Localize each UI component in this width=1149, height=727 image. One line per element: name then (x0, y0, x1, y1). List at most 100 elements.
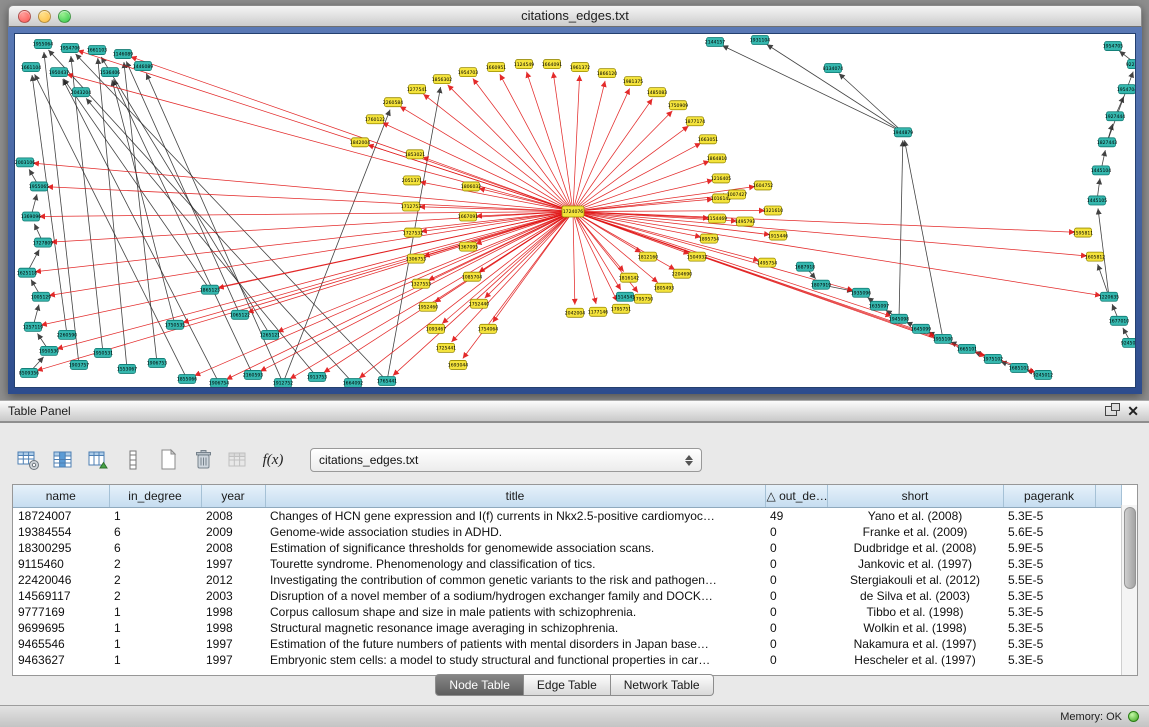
table-cell[interactable]: Tourette syndrome. Phenomenology and cla… (265, 556, 765, 572)
citation-edge-black[interactable] (126, 61, 240, 314)
table-cell[interactable]: 6 (109, 540, 201, 556)
network-table-select[interactable]: citations_edges.txt (310, 448, 702, 472)
network-canvas[interactable]: 1724076184200417601222260584127754118563… (14, 33, 1136, 388)
table-cell[interactable]: 2 (109, 556, 201, 572)
table-cell[interactable]: 1 (109, 604, 201, 620)
column-header[interactable]: title (265, 485, 765, 508)
table-row[interactable]: 946362711997Embryonic stem cells: a mode… (13, 652, 1121, 668)
table-cell[interactable]: 9463627 (13, 652, 109, 668)
citation-edge-red[interactable] (573, 75, 580, 211)
table-cell[interactable]: Disruption of a novel member of a sodium… (265, 588, 765, 604)
table-cell[interactable]: 0 (765, 524, 827, 540)
table-cell[interactable]: 0 (765, 572, 827, 588)
table-cell[interactable]: 2 (109, 588, 201, 604)
table-mode-button[interactable] (14, 447, 42, 473)
table-cell[interactable]: 49 (765, 508, 827, 525)
table-cell[interactable]: Investigating the contribution of common… (265, 572, 765, 588)
table-cell[interactable]: Changes of HCN gene expression and I(f) … (265, 508, 765, 525)
delete-column-button[interactable] (189, 447, 217, 473)
table-cell[interactable]: 9115460 (13, 556, 109, 572)
citation-edge-red[interactable] (78, 51, 573, 212)
table-cell[interactable]: 0 (765, 540, 827, 556)
table-cell[interactable]: 0 (765, 588, 827, 604)
network-graph-svg[interactable]: 1724076184200417601222260584127754118563… (15, 34, 1135, 387)
table-cell[interactable]: Corpus callosum shape and size in male p… (265, 604, 765, 620)
table-cell[interactable]: 1 (109, 636, 201, 652)
table-row[interactable]: 911546021997Tourette syndrome. Phenomeno… (13, 556, 1121, 572)
column-header[interactable]: short (827, 485, 1003, 508)
citation-edge-red[interactable] (382, 123, 573, 212)
table-cell[interactable]: 2008 (201, 540, 265, 556)
table-cell[interactable]: Jankovic et al. (1997) (827, 556, 1003, 572)
citation-edge-red[interactable] (218, 212, 573, 289)
row-selection-button[interactable] (119, 447, 147, 473)
float-panel-icon[interactable] (1105, 406, 1117, 416)
table-cell[interactable]: 1998 (201, 620, 265, 636)
function-builder-button[interactable]: f(x) (259, 447, 287, 473)
citation-edge-black[interactable] (48, 50, 353, 383)
edit-table-button[interactable] (84, 447, 112, 473)
citation-edge-black[interactable] (124, 62, 157, 363)
column-header[interactable]: △ out_de… (765, 485, 827, 508)
table-cell[interactable]: Yano et al. (2008) (827, 508, 1003, 525)
citation-edge-red[interactable] (290, 212, 573, 379)
citation-edge-black[interactable] (76, 54, 387, 381)
table-cell[interactable]: 1 (109, 652, 201, 668)
citation-edge-red[interactable] (573, 195, 729, 211)
citation-edge-red[interactable] (400, 106, 573, 211)
table-cell[interactable]: Structural magnetic resonance image aver… (265, 620, 765, 636)
citation-edge-black[interactable] (899, 140, 903, 319)
citation-edge-red[interactable] (573, 212, 658, 283)
tab-edge-table[interactable]: Edge Table (524, 674, 611, 696)
table-cell[interactable]: Stergiakouli et al. (2012) (827, 572, 1003, 588)
table-cell[interactable]: 9465546 (13, 636, 109, 652)
table-cell[interactable]: 0 (765, 652, 827, 668)
citation-edge-black[interactable] (64, 79, 210, 290)
column-header[interactable]: year (201, 485, 265, 508)
citation-edge-red[interactable] (448, 85, 573, 212)
citation-edge-black[interactable] (63, 79, 219, 383)
table-cell[interactable]: 5.3E-5 (1003, 620, 1095, 636)
citation-edge-red[interactable] (573, 212, 575, 305)
table-cell[interactable]: 0 (765, 620, 827, 636)
import-table-button[interactable] (224, 447, 252, 473)
citation-edge-black[interactable] (722, 45, 903, 132)
citation-edge-red[interactable] (573, 88, 630, 211)
table-row[interactable]: 977716911998Corpus callosum shape and si… (13, 604, 1121, 620)
citation-edge-red[interactable] (573, 212, 675, 270)
table-cell[interactable]: 5.5E-5 (1003, 572, 1095, 588)
table-cell[interactable]: Tibbo et al. (1998) (827, 604, 1003, 620)
citation-edge-black[interactable] (905, 140, 943, 339)
table-cell[interactable]: 2012 (201, 572, 265, 588)
table-cell[interactable]: 9777169 (13, 604, 109, 620)
citation-edge-black[interactable] (283, 110, 390, 383)
citation-edge-black[interactable] (113, 79, 253, 375)
citation-edge-red[interactable] (573, 212, 1087, 256)
table-cell[interactable]: 5.3E-5 (1003, 556, 1095, 572)
table-scrollbar[interactable] (1121, 505, 1137, 675)
table-cell[interactable]: 5.3E-5 (1003, 636, 1095, 652)
table-cell[interactable]: 0 (765, 556, 827, 572)
table-cell[interactable]: 5.3E-5 (1003, 604, 1095, 620)
citation-edge-red[interactable] (573, 99, 652, 212)
citation-edge-red[interactable] (553, 72, 573, 211)
table-cell[interactable]: Estimation of the future numbers of pati… (265, 636, 765, 652)
table-cell[interactable]: 22420046 (13, 572, 109, 588)
table-cell[interactable]: 1997 (201, 556, 265, 572)
table-scrollbar-thumb[interactable] (1124, 507, 1136, 589)
table-row[interactable]: 1456911722003Disruption of a novel membe… (13, 588, 1121, 604)
close-panel-icon[interactable]: ✕ (1127, 404, 1139, 418)
citation-edge-red[interactable] (573, 212, 1075, 233)
column-header[interactable]: in_degree (109, 485, 201, 508)
citation-edge-red[interactable] (47, 187, 573, 212)
tab-network-table[interactable]: Network Table (611, 674, 714, 696)
table-cell[interactable]: 18300295 (13, 540, 109, 556)
citation-edge-black[interactable] (1107, 72, 1133, 143)
citation-edge-red[interactable] (67, 74, 573, 211)
zoom-window-button[interactable] (58, 10, 71, 23)
citation-edge-red[interactable] (573, 212, 759, 261)
column-header[interactable]: pagerank (1003, 485, 1095, 508)
citation-edge-black[interactable] (839, 74, 903, 133)
citation-edge-red[interactable] (573, 161, 709, 211)
table-cell[interactable]: Wolkin et al. (1998) (827, 620, 1003, 636)
